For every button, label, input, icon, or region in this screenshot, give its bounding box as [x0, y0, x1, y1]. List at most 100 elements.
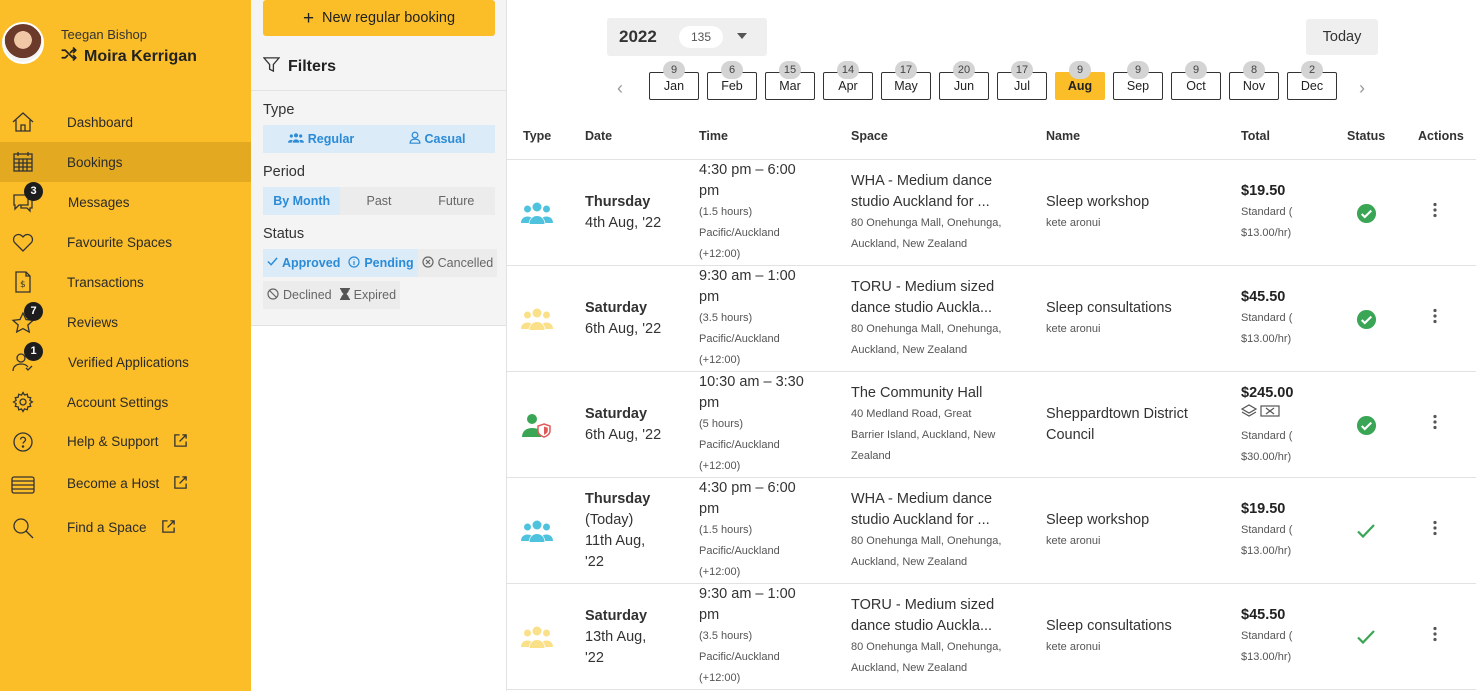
external-link-icon: [161, 519, 176, 537]
space-name[interactable]: studio Auckland for ...: [851, 510, 1011, 531]
kebab-menu-icon[interactable]: [1432, 202, 1438, 218]
type-title: Type: [263, 102, 295, 118]
space-name[interactable]: WHA - Medium dance: [851, 171, 1011, 192]
chevron-left-icon[interactable]: ‹: [617, 78, 623, 99]
kebab-menu-icon[interactable]: [1432, 308, 1438, 324]
space-name[interactable]: The Community Hall: [851, 383, 1011, 404]
space-name[interactable]: TORU - Medium sized: [851, 595, 1011, 616]
kebab-menu-icon[interactable]: [1432, 520, 1438, 536]
group-icon: [521, 625, 553, 654]
check-circle-icon: [1356, 415, 1377, 441]
space-cell: The Community Hall 40 Medland Road, Great…: [851, 383, 1021, 467]
booking-day: Thursday: [585, 194, 651, 210]
space-name[interactable]: WHA - Medium dance: [851, 489, 1011, 510]
divider: [251, 90, 507, 91]
space-name[interactable]: TORU - Medium sized: [851, 277, 1011, 298]
today-button[interactable]: Today: [1306, 19, 1378, 55]
filters-header: Filters: [262, 56, 336, 78]
total-cell: $19.50 Standard ($13.00/hr): [1241, 181, 1292, 244]
kebab-menu-icon[interactable]: [1432, 414, 1438, 430]
period-future-option[interactable]: Future: [418, 187, 495, 215]
table-row[interactable]: Saturday 6th Aug, '22 10:30 am – 3:30 pm (5 …: [507, 372, 1476, 478]
help-label: Help & Support: [67, 434, 159, 449]
header-date: Date: [585, 129, 613, 143]
year-label: 2022: [619, 27, 657, 46]
person-icon: [409, 131, 421, 147]
rate-label: Standard (: [1241, 206, 1293, 218]
type-regular-option[interactable]: Regular: [263, 125, 379, 153]
booking-name: Sleep consultations: [1046, 300, 1172, 316]
space-name[interactable]: dance studio Auckla...: [851, 298, 1011, 319]
booking-date: '22: [585, 649, 604, 666]
rate-value: $13.00/hr): [1241, 545, 1292, 557]
type-regular-label: Regular: [307, 132, 355, 146]
verified-badge: 1: [24, 342, 43, 361]
status-approved-chip[interactable]: Approved: [263, 249, 345, 277]
sidebar-item-help-support[interactable]: Help & Support: [0, 422, 251, 462]
space-cell: WHA - Medium dance studio Auckland for ..…: [851, 171, 1021, 255]
sidebar-item-dashboard[interactable]: Dashboard: [0, 102, 251, 142]
sidebar-item-reviews[interactable]: 7 Reviews: [0, 302, 251, 342]
booking-duration: (1.5 hours): [699, 206, 753, 218]
sidebar-item-verified-applications[interactable]: 1 Verified Applications: [0, 342, 251, 382]
status-expired-chip[interactable]: Expired: [335, 281, 401, 309]
booking-time: 4:30 pm – 6:00: [699, 162, 796, 178]
type-casual-option[interactable]: Casual: [379, 125, 495, 153]
booking-organisation: kete aronui: [1046, 535, 1101, 547]
avatar[interactable]: [2, 22, 44, 64]
account-switcher[interactable]: Moira Kerrigan: [60, 45, 197, 68]
period-by-month-option[interactable]: By Month: [263, 187, 341, 215]
status-declined-label: Declined: [283, 288, 332, 302]
chevron-right-icon[interactable]: ›: [1359, 78, 1365, 99]
status-declined-chip[interactable]: Declined: [263, 281, 336, 309]
status-pending-chip[interactable]: Pending: [344, 249, 418, 277]
kebab-menu-icon[interactable]: [1432, 626, 1438, 642]
table-row[interactable]: Saturday 13th Aug, '22 9:30 am – 1:00 pm (3.5…: [507, 584, 1476, 690]
month-count-badge: 14: [837, 61, 859, 79]
space-address: 40 Medland Road, Great: [851, 408, 972, 420]
booking-day: Thursday: [585, 491, 651, 507]
sidebar-item-become-host[interactable]: Become a Host: [0, 462, 251, 506]
type-casual-label: Casual: [424, 132, 466, 146]
booking-duration: (3.5 hours): [699, 312, 753, 324]
date-cell: Thursday 4th Aug, '22: [585, 192, 661, 234]
table-row[interactable]: Thursday (Today) 11th Aug, '22 4:30 pm – 6:0…: [507, 478, 1476, 584]
period-past-option[interactable]: Past: [340, 187, 417, 215]
sidebar-item-messages[interactable]: 3 Messages: [0, 182, 251, 222]
chevron-down-icon: [737, 33, 747, 39]
sidebar-item-transactions[interactable]: $ Transactions: [0, 262, 251, 302]
heart-icon: [11, 231, 35, 253]
date-cell: Saturday 6th Aug, '22: [585, 404, 661, 446]
rate-label: Standard (: [1241, 524, 1293, 536]
sidebar-item-label: Messages: [68, 194, 130, 210]
month-count-badge: 15: [779, 61, 801, 79]
reviews-badge: 7: [24, 302, 43, 321]
new-regular-booking-button[interactable]: + New regular booking: [263, 0, 495, 36]
booking-name: Sleep workshop: [1046, 512, 1150, 528]
table-row[interactable]: Saturday 6th Aug, '22 9:30 am – 1:00 pm (3.5…: [507, 266, 1476, 372]
sidebar-item-bookings[interactable]: Bookings: [0, 142, 251, 182]
user-panel: Teegan Bishop Moira Kerrigan: [0, 0, 251, 90]
receipt-icon: $: [11, 271, 35, 293]
month-count-badge: 9: [1185, 61, 1207, 79]
booking-offset: (+12:00): [699, 354, 741, 366]
space-cell: TORU - Medium sized dance studio Auckla..…: [851, 595, 1021, 679]
header-total: Total: [1241, 129, 1270, 143]
table-row[interactable]: Thursday 4th Aug, '22 4:30 pm – 6:00 pm (1.5…: [507, 160, 1476, 266]
name-cell: Sleep consultations kete aronui: [1046, 616, 1216, 658]
sidebar-item-label: Become a Host: [67, 475, 188, 493]
sidebar-nav: Dashboard Bookings 3 Messages Favourite …: [0, 102, 251, 550]
status-cancelled-chip[interactable]: Cancelled: [417, 249, 498, 277]
month-count-badge: 17: [895, 61, 917, 79]
sidebar-item-label: Help & Support: [67, 433, 188, 451]
check-circle-icon: [1356, 203, 1377, 229]
space-name[interactable]: dance studio Auckla...: [851, 616, 1011, 637]
sidebar-item-account-settings[interactable]: Account Settings: [0, 382, 251, 422]
sidebar-item-find-space[interactable]: Find a Space: [0, 506, 251, 550]
check-icon: [267, 256, 278, 270]
date-cell: Thursday (Today) 11th Aug, '22: [585, 489, 650, 573]
total-cell: $245.00 Standard ($30.00/hr): [1240, 383, 1293, 468]
year-selector[interactable]: 2022 135: [607, 18, 767, 56]
space-name[interactable]: studio Auckland for ...: [851, 192, 1011, 213]
sidebar-item-favourites[interactable]: Favourite Spaces: [0, 222, 251, 262]
